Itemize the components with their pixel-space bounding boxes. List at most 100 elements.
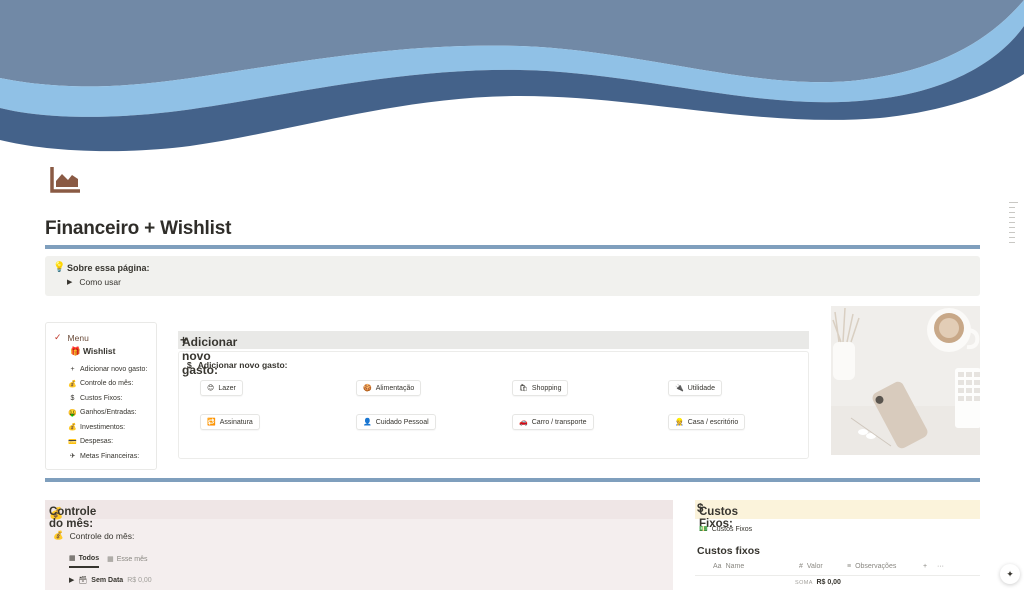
money-face-icon: 🤑 (68, 409, 77, 417)
outline-mark (1009, 202, 1018, 203)
menu-item-label: Custos Fixos: (80, 394, 123, 402)
group-amount: R$ 0,00 (127, 576, 152, 584)
monthly-control-panel: 💰 Controle do mês: 💰 Controle do mês: ▦ T… (45, 500, 673, 590)
menu-card: ✓ Menu 🎁 Wishlist + Adicionar novo gasto:… (45, 322, 157, 470)
tool-icon: 🔌 (675, 385, 684, 392)
fixed-costs-link-label: Custos Fixos (711, 525, 753, 533)
ai-assistant-button[interactable]: ✦ (1000, 564, 1020, 584)
lightbulb-icon: 💡 (53, 262, 66, 273)
button-label: Lazer (218, 384, 236, 392)
page-outline-scroll[interactable] (1009, 202, 1019, 247)
button-label: Cuidado Pessoal (375, 418, 429, 426)
monthly-heading: 💰 Controle do mês: (45, 500, 673, 530)
sum-label: SOMA (795, 580, 813, 586)
monthly-heading-label: Controle do mês: (49, 506, 97, 530)
outline-mark (1009, 237, 1015, 238)
tab-esse-mes[interactable]: ▦ Esse mês (107, 554, 147, 568)
como-usar-toggle[interactable]: ▶ Como usar (67, 277, 121, 287)
menu-item-custos[interactable]: $ Custos Fixos: (68, 391, 147, 406)
column-valor[interactable]: # Valor (799, 563, 823, 570)
gift-icon: 🎁 (70, 346, 81, 356)
triangle-right-icon[interactable]: ▶ (69, 576, 74, 584)
money-bag-icon: 💰 (53, 530, 64, 540)
lazer-button[interactable]: 😊 Lazer (200, 380, 243, 396)
button-label: Shopping (531, 384, 562, 392)
money-bag-icon: 💰 (68, 424, 77, 432)
outline-mark (1009, 212, 1015, 213)
carro-transporte-button[interactable]: 🚗 Carro / transporte (512, 414, 594, 430)
add-expense-box-label: Adicionar novo gasto: (197, 360, 288, 370)
menu-item-adicionar[interactable]: + Adicionar novo gasto: (68, 362, 147, 377)
button-label: Assinatura (219, 418, 253, 426)
alimentacao-button[interactable]: 🍪 Alimentação (356, 380, 422, 396)
fixed-costs-link[interactable]: 💵 Custos Fixos (699, 525, 753, 534)
desk-photo[interactable] (831, 306, 980, 455)
callout-heading: Sobre essa página: (67, 263, 150, 273)
sparkle-icon: ✦ (1006, 568, 1014, 579)
shopping-button[interactable]: 🛍 Shopping (512, 380, 569, 396)
tab-label: Esse mês (116, 555, 148, 563)
airplane-icon: ✈ (69, 453, 76, 461)
sum-row[interactable]: SOMA R$ 0,00 (795, 579, 841, 586)
text-type-icon: Aa (713, 563, 722, 570)
add-column-button[interactable]: + (923, 563, 927, 570)
repeat-icon: 🔁 (207, 419, 216, 426)
tab-todos[interactable]: ▦ Todos (69, 554, 100, 568)
cover-image[interactable] (0, 0, 1024, 160)
database-title[interactable]: Custos fixos (697, 545, 760, 557)
column-name[interactable]: Aa Name (713, 563, 744, 570)
menu-item-label: Ganhos/Entradas: (80, 409, 137, 417)
group-sem-data[interactable]: ▶ 🗃 Sem Data R$ 0,00 (69, 576, 152, 585)
group-label: Sem Data (91, 576, 124, 584)
cuidado-pessoal-button[interactable]: 👤 Cuidado Pessoal (356, 414, 436, 430)
utilidade-button[interactable]: 🔌 Utilidade (668, 380, 722, 396)
outline-mark (1009, 242, 1015, 243)
menu-list: + Adicionar novo gasto: 💰 Controle do mês:… (68, 362, 147, 464)
column-label: Name (725, 563, 745, 570)
dollar-icon: $ (187, 360, 192, 370)
menu-item-ganhos[interactable]: 🤑 Ganhos/Entradas: (68, 406, 147, 421)
car-icon: 🚗 (519, 419, 528, 426)
chart-area-icon[interactable] (50, 165, 82, 193)
table-icon: ▦ (107, 556, 114, 563)
monthly-database-label: Controle do mês: (69, 530, 135, 541)
inbox-icon: 🗃 (78, 577, 88, 584)
assinatura-button[interactable]: 🔁 Assinatura (200, 414, 260, 430)
casa-escritorio-button[interactable]: 👷 Casa / escritório (668, 414, 746, 430)
more-options-button[interactable]: ··· (937, 563, 944, 570)
menu-item-label: Metas Financeiras: (80, 452, 140, 460)
toggle-label: Como usar (79, 277, 121, 287)
plus-icon: + (70, 365, 75, 373)
page-title[interactable]: Financeiro + Wishlist (45, 218, 231, 240)
column-observacoes[interactable]: ≡ Observações (847, 563, 896, 570)
menu-item-label: Investimentos: (80, 423, 126, 431)
number-type-icon: # (799, 563, 803, 570)
money-bag-icon: 💰 (68, 380, 77, 388)
add-expense-heading-text: + Adicionar novo gasto: (180, 333, 238, 377)
menu-item-controle[interactable]: 💰 Controle do mês: (68, 377, 147, 392)
menu-item-metas[interactable]: ✈ Metas Financeiras: (68, 449, 147, 464)
menu-item-label: Adicionar novo gasto: (80, 365, 148, 373)
money-icon: 💵 (699, 526, 708, 533)
fixed-costs-heading-text: $ Custos Fixos: (697, 503, 738, 530)
add-expense-heading: + Adicionar novo gasto: (178, 331, 809, 377)
wishlist-link[interactable]: 🎁 Wishlist (70, 346, 115, 357)
menu-item-investimentos[interactable]: 💰 Investimentos: (68, 420, 147, 435)
outline-mark (1009, 217, 1015, 218)
outline-mark (1009, 232, 1015, 233)
ellipsis-icon: ··· (937, 563, 944, 570)
table-header: Aa Name # Valor ≡ Observações + ··· (695, 560, 980, 576)
menu-item-despesas[interactable]: 💳 Despesas: (68, 435, 147, 450)
menu-header: ✓ Menu (54, 332, 89, 343)
person-icon: 👤 (363, 419, 372, 426)
button-label: Carro / transporte (531, 418, 587, 426)
tab-label: Todos (78, 554, 100, 562)
sum-value: R$ 0,00 (816, 579, 841, 586)
divider (45, 245, 980, 249)
triangle-right-icon[interactable]: ▶ (67, 278, 72, 286)
monthly-database-link[interactable]: 💰 Controle do mês: (53, 530, 134, 541)
add-expense-box: $ Adicionar novo gasto: 😊 Lazer 🍪 Alimenta… (178, 351, 809, 459)
about-callout: 💡 Sobre essa página: ▶ Como usar (45, 256, 980, 296)
smile-icon: 😊 (207, 385, 215, 392)
menu-header-label: Menu (67, 332, 89, 343)
